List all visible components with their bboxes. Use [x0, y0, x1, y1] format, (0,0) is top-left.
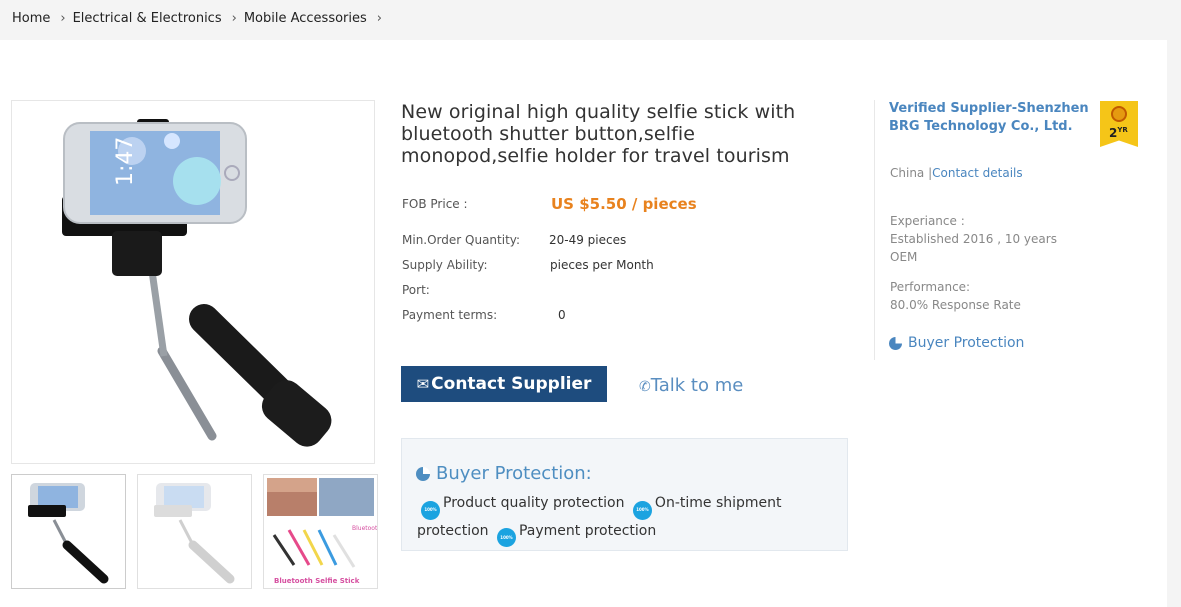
buyer-protection-list: 100% Product quality protection 100% On-ti…	[417, 492, 837, 547]
selfie-stick-thumb-icon	[28, 483, 109, 584]
response-rate: 80.0% Response Rate	[890, 298, 1021, 312]
supplier-name-link[interactable]: Verified Supplier-Shenzhen BRG Technolog…	[889, 100, 1094, 136]
contact-supplier-label: Contact Supplier	[431, 374, 592, 394]
guarantee-badge-icon: 100%	[632, 500, 652, 520]
envelope-icon: ✉	[416, 375, 430, 393]
guarantee-badge-icon: 100%	[496, 528, 516, 547]
fob-price-value: US $5.50 / pieces	[551, 195, 697, 213]
contact-details-link[interactable]: Contact details	[932, 166, 1022, 180]
thumb3-caption: Bluetooth Selfie Stick	[274, 577, 360, 585]
talk-to-me-link[interactable]: ✆Talk to me	[639, 375, 743, 396]
breadcrumb-electrical[interactable]: Electrical & Electronics	[73, 11, 222, 26]
sidebar-buyer-protection-label: Buyer Protection	[908, 335, 1025, 351]
supply-ability-label: Supply Ability:	[402, 258, 488, 272]
selfie-stick-white-thumb-icon	[154, 483, 235, 584]
breadcrumb-home[interactable]: Home	[12, 11, 50, 26]
moq-value: 20-49 pieces	[549, 233, 627, 247]
established-text: Established 2016 , 10 years	[890, 232, 1057, 246]
sidebar-buyer-protection-link[interactable]: Buyer Protection	[889, 335, 1024, 351]
scrollbar[interactable]	[1167, 0, 1181, 607]
thumbnail-1[interactable]	[11, 474, 126, 589]
talk-to-me-label: Talk to me	[650, 375, 744, 396]
chevron-right-icon: ›	[376, 11, 382, 26]
supplier-country: China |	[890, 166, 933, 180]
experience-label: Experiance :	[890, 214, 965, 228]
breadcrumb-mobile-accessories[interactable]: Mobile Accessories	[244, 11, 367, 26]
business-type: OEM	[890, 250, 918, 264]
thumbnail-2[interactable]	[137, 474, 252, 589]
sidebar-divider	[874, 100, 875, 360]
colorful-selfie-sticks-thumb-icon: Bluetooth Bluetooth Selfie Stick	[267, 478, 377, 585]
contact-supplier-button[interactable]: ✉ Contact Supplier	[401, 366, 607, 402]
buyer-protection-title: Buyer Protection:	[436, 463, 592, 484]
medal-icon	[1111, 106, 1127, 122]
chevron-right-icon: ›	[231, 11, 237, 26]
port-label: Port:	[402, 283, 430, 297]
chevron-right-icon: ›	[60, 11, 66, 26]
svg-text:1:47: 1:47	[113, 137, 138, 186]
moq-label: Min.Order Quantity:	[402, 233, 521, 247]
thumbnail-strip: Bluetooth Bluetooth Selfie Stick	[11, 474, 378, 589]
pie-chart-icon	[416, 466, 430, 481]
buyer-protection-heading: Buyer Protection:	[416, 463, 592, 484]
performance-label: Performance:	[890, 280, 971, 294]
whatsapp-icon: ✆	[639, 379, 651, 395]
guarantee-badge-icon: 100%	[421, 500, 440, 520]
selfie-stick-illustration: 1:47	[62, 119, 332, 447]
supplier-location: China |Contact details	[890, 166, 1023, 180]
pie-chart-icon	[889, 336, 902, 350]
product-title: New original high quality selfie stick w…	[401, 101, 796, 167]
svg-text:Bluetooth: Bluetooth	[352, 525, 377, 532]
thumbnail-3[interactable]: Bluetooth Bluetooth Selfie Stick	[263, 474, 378, 589]
breadcrumb: Home › Electrical & Electronics › Mobile…	[12, 11, 389, 26]
product-main-image[interactable]: 1:47	[11, 100, 375, 464]
protection-item: Payment protection	[518, 522, 657, 539]
gold-supplier-years-badge: 2YR	[1100, 101, 1138, 147]
payment-terms-value: 0	[558, 308, 566, 322]
fob-price-label: FOB Price :	[402, 197, 468, 211]
payment-terms-label: Payment terms:	[402, 308, 498, 322]
supply-ability-value: pieces per Month	[550, 258, 654, 272]
protection-item: Product quality protection	[443, 495, 625, 511]
years-badge-text: 2YR	[1109, 126, 1128, 140]
